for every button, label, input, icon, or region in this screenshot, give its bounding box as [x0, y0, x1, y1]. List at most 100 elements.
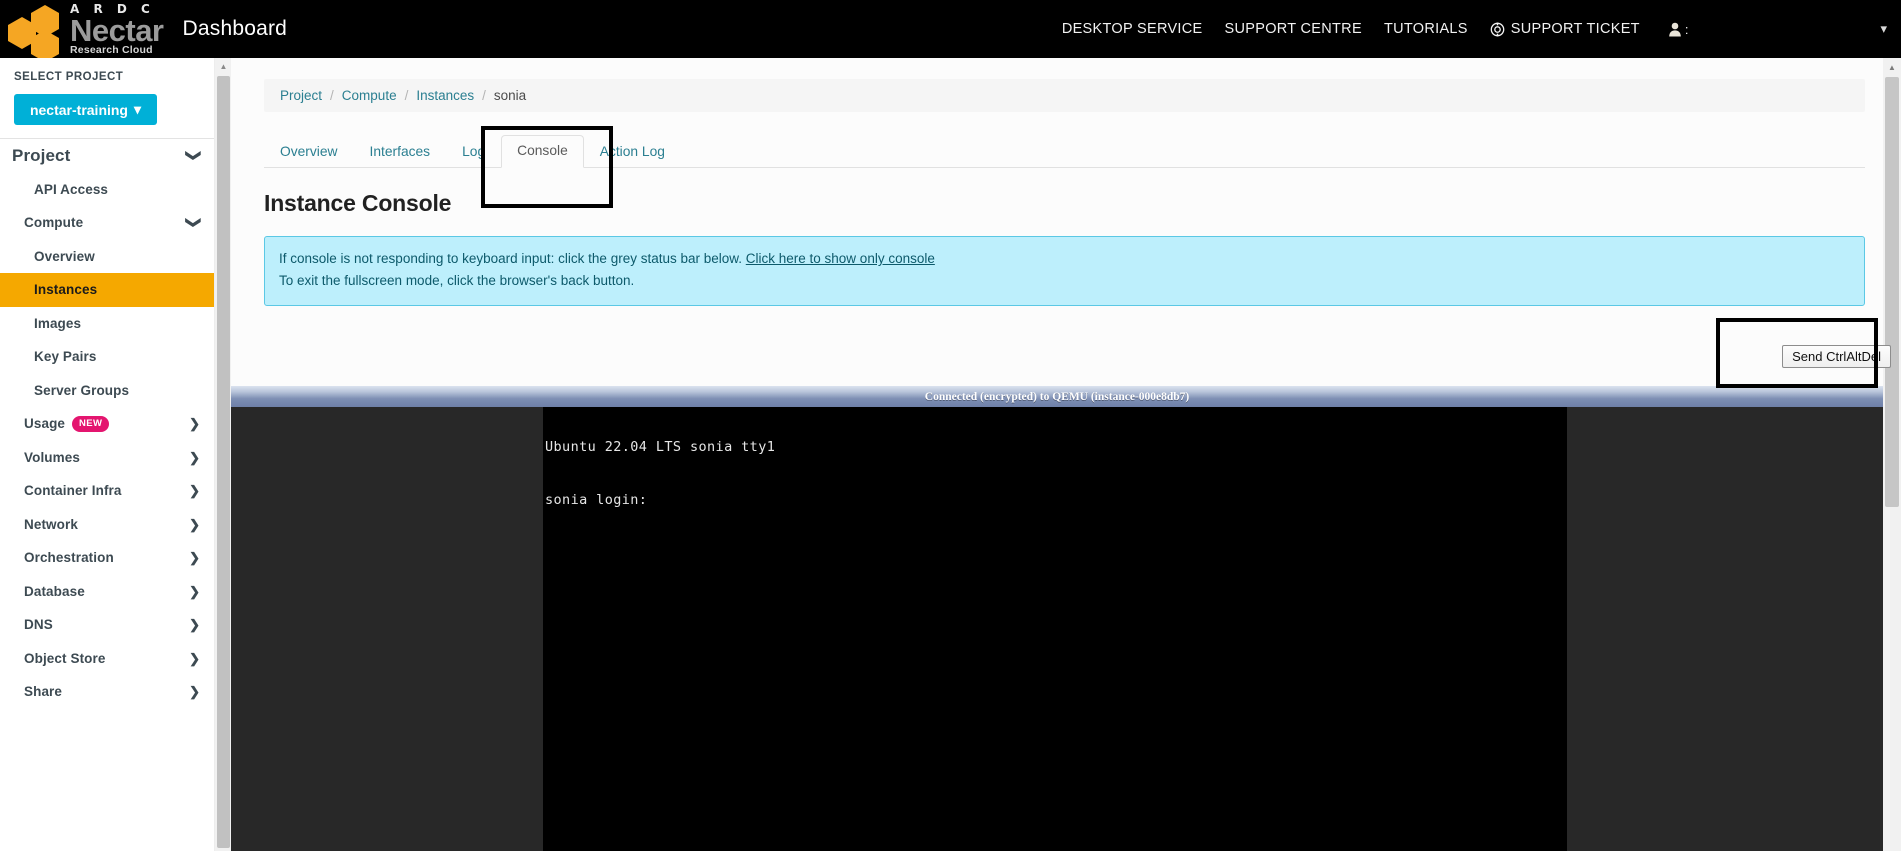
vnc-canvas[interactable]: Ubuntu 22.04 LTS sonia tty1 sonia login:: [231, 407, 1883, 851]
sidebar-item-network[interactable]: Network ❯: [0, 508, 214, 542]
sidebar-item-label: API Access: [34, 182, 108, 197]
info-banner: If console is not responding to keyboard…: [264, 236, 1865, 306]
info-banner-text: If console is not responding to keyboard…: [279, 251, 746, 266]
instance-tabs: Overview Interfaces Log Console Action Log: [264, 134, 1865, 168]
sidebar-item-label: Images: [34, 316, 81, 331]
chevron-right-icon: ❯: [189, 550, 200, 566]
sidebar-item-images[interactable]: Images: [0, 307, 214, 341]
scroll-up-arrow-icon[interactable]: ▲: [215, 58, 232, 75]
nav-support-centre[interactable]: SUPPORT CENTRE: [1225, 21, 1362, 37]
sidebar-item-text: API Access: [34, 181, 109, 197]
sidebar-item-label: Database: [24, 584, 85, 599]
sidebar-item-label: Volumes: [24, 450, 80, 465]
nav-support-ticket[interactable]: SUPPORT TICKET: [1490, 21, 1640, 37]
sidebar-item-text: Instances: [34, 282, 98, 298]
sidebar-item-text: Key Pairs: [34, 349, 97, 365]
nav-desktop-service[interactable]: DESKTOP SERVICE: [1062, 21, 1203, 37]
sidebar-item-label: Share: [24, 684, 62, 699]
sidebar-item-text: Object Store: [24, 650, 106, 666]
chevron-down-icon: ❯: [185, 149, 203, 163]
vnc-console: Connected (encrypted) to QEMU (instance-…: [231, 386, 1883, 851]
tab-overview[interactable]: Overview: [264, 136, 354, 168]
terminal-screen[interactable]: Ubuntu 22.04 LTS sonia tty1 sonia login:: [543, 407, 1567, 851]
chevron-right-icon: ❯: [189, 650, 200, 666]
tab-action-log[interactable]: Action Log: [584, 136, 681, 168]
nav-support-ticket-label: SUPPORT TICKET: [1510, 21, 1640, 37]
sidebar-item-label: Server Groups: [34, 383, 129, 398]
chevron-down-icon: ❯: [185, 216, 203, 230]
sidebar-item-label: DNS: [24, 617, 53, 632]
breadcrumb-item-project[interactable]: Project: [280, 88, 322, 103]
chevron-down-icon[interactable]: ▾: [1880, 21, 1887, 37]
sidebar-item-text: Database: [24, 583, 85, 599]
sidebar-item-label: Instances: [34, 282, 97, 297]
chevron-down-icon: ▾: [133, 101, 142, 117]
sidebar-item-compute[interactable]: Compute ❯: [0, 206, 214, 240]
sidebar-item-text: Project: [12, 145, 71, 165]
vnc-status-bar[interactable]: Connected (encrypted) to QEMU (instance-…: [231, 386, 1883, 407]
sidebar-item-label: Project: [12, 146, 70, 166]
sidebar-item-share[interactable]: Share ❯: [0, 675, 214, 709]
breadcrumb-separator: /: [482, 88, 486, 103]
sidebar-item-api-access[interactable]: API Access: [0, 173, 214, 207]
nav-tutorials-label: TUTORIALS: [1383, 21, 1468, 37]
brand-logo[interactable]: A R D C Nectar Research Cloud: [0, 0, 164, 62]
chevron-right-icon: ❯: [189, 583, 200, 599]
sidebar-item-database[interactable]: Database ❯: [0, 575, 214, 609]
chevron-right-icon: ❯: [189, 449, 200, 465]
breadcrumb: Project / Compute / Instances / sonia: [264, 79, 1865, 112]
sidebar-item-overview[interactable]: Overview: [0, 240, 214, 274]
sidebar-item-label: Overview: [34, 249, 95, 264]
sidebar-item-instances[interactable]: Instances: [0, 273, 214, 307]
select-project-label: SELECT PROJECT: [14, 71, 124, 83]
sidebar-item-label: Orchestration: [24, 550, 114, 565]
breadcrumb-separator: /: [404, 88, 409, 103]
page-scrollbar[interactable]: ▲: [1883, 58, 1901, 851]
tab-log[interactable]: Log: [446, 136, 501, 168]
sidebar-item-server-groups[interactable]: Server Groups: [0, 374, 214, 408]
sidebar-item-text: Server Groups: [34, 382, 130, 398]
sidebar-item-text: Overview: [34, 248, 95, 264]
content-scrollbar-thumb[interactable]: [217, 76, 230, 848]
sidebar-item-text: Orchestration: [24, 550, 114, 566]
project-selector-button[interactable]: nectar-training ▾: [14, 94, 157, 125]
user-name-label: :: [1684, 21, 1689, 37]
content-scrollbar[interactable]: ▲: [214, 58, 231, 851]
sidebar: SELECT PROJECT nectar-training ▾ Project…: [0, 58, 214, 851]
dashboard-title: Dashboard: [182, 17, 288, 40]
breadcrumb-separator: /: [330, 88, 334, 103]
sidebar-item-project[interactable]: Project ❯: [0, 139, 214, 173]
tab-interfaces[interactable]: Interfaces: [354, 136, 447, 168]
sidebar-item-label: Network: [24, 517, 78, 532]
sidebar-item-label: Compute: [24, 215, 83, 230]
info-banner-line-2: To exit the fullscreen mode, click the b…: [279, 273, 635, 289]
page-scrollbar-thumb[interactable]: [1885, 77, 1899, 507]
nav-desktop-service-label: DESKTOP SERVICE: [1061, 21, 1203, 37]
user-menu[interactable]: :: [1668, 21, 1689, 37]
send-ctrl-alt-del-button[interactable]: Send CtrlAltDel: [1782, 345, 1891, 368]
sidebar-item-orchestration[interactable]: Orchestration ❯: [0, 541, 214, 575]
breadcrumb-item-instances[interactable]: Instances: [416, 88, 474, 103]
sidebar-item-label: Object Store: [24, 651, 105, 666]
sidebar-item-volumes[interactable]: Volumes ❯: [0, 441, 214, 475]
chevron-right-icon: ❯: [189, 516, 200, 532]
sidebar-item-label: Container Infra: [24, 483, 122, 498]
tab-console[interactable]: Console: [501, 135, 584, 168]
page-scroll-up-arrow-icon[interactable]: ▲: [1883, 58, 1901, 76]
nectar-wordmark: A R D C Nectar Research Cloud: [70, 3, 164, 56]
sidebar-item-label: Usage NEW: [24, 415, 110, 432]
sidebar-item-text: Images: [34, 315, 82, 331]
sidebar-item-text: Compute: [24, 215, 84, 231]
nav-tutorials[interactable]: TUTORIALS: [1384, 21, 1468, 37]
sidebar-item-text: Usage: [24, 416, 66, 432]
sidebar-item-dns[interactable]: DNS ❯: [0, 608, 214, 642]
sidebar-item-key-pairs[interactable]: Key Pairs: [0, 340, 214, 374]
sidebar-item-container-infra[interactable]: Container Infra ❯: [0, 474, 214, 508]
show-only-console-link[interactable]: Click here to show only console: [746, 251, 935, 266]
page-title: Instance Console: [264, 190, 452, 216]
project-selector-label: nectar-training: [29, 101, 128, 118]
sidebar-item-usage[interactable]: Usage NEW ❯: [0, 407, 214, 441]
sidebar-item-object-store[interactable]: Object Store ❯: [0, 642, 214, 676]
breadcrumb-item-compute[interactable]: Compute: [342, 88, 397, 103]
